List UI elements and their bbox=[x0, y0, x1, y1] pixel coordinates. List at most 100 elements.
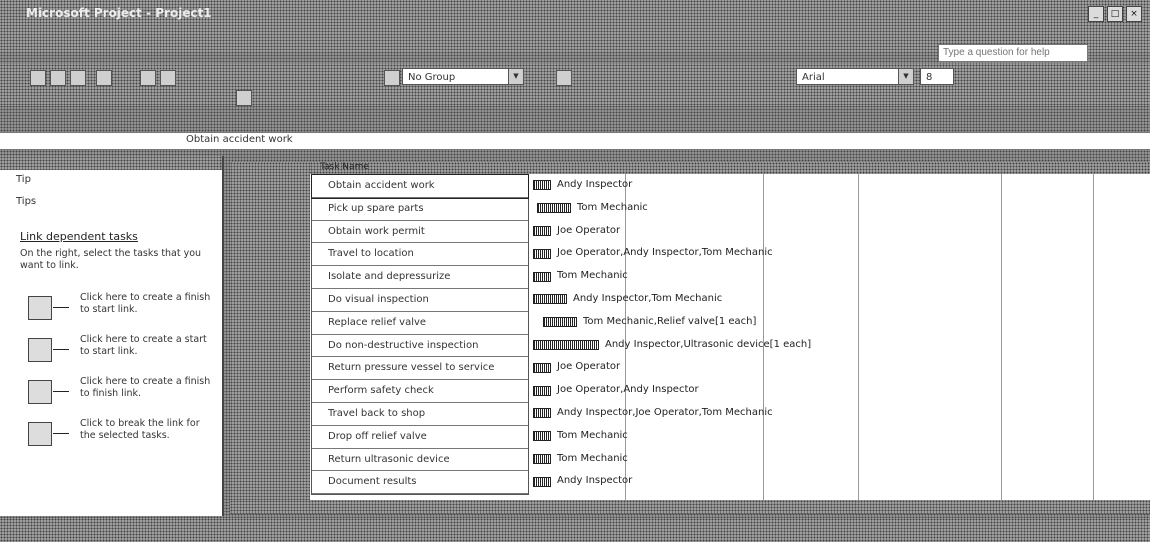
gantt-bar[interactable] bbox=[533, 294, 567, 305]
resource-label: Andy Inspector bbox=[557, 475, 633, 487]
font-dropdown[interactable]: Arial ▼ bbox=[796, 68, 914, 85]
task-row[interactable]: Pick up spare parts bbox=[312, 198, 528, 221]
horizontal-scrollbar[interactable] bbox=[230, 500, 1150, 514]
zoom-icon[interactable] bbox=[556, 70, 572, 86]
maximize-button[interactable]: □ bbox=[1107, 6, 1123, 22]
finish-to-finish-icon bbox=[28, 380, 69, 404]
task-row[interactable]: Obtain accident work bbox=[311, 174, 529, 199]
tips-link[interactable]: Tips bbox=[16, 196, 36, 207]
side-pane-hint: Tip bbox=[16, 174, 31, 185]
chevron-down-icon[interactable]: ▼ bbox=[898, 69, 913, 84]
task-row[interactable]: Isolate and depressurize bbox=[312, 266, 528, 289]
resource-label: Andy Inspector bbox=[557, 179, 633, 190]
gantt-bar-row: Joe Operator bbox=[533, 356, 620, 379]
gantt-bar[interactable] bbox=[543, 317, 577, 328]
task-row[interactable]: Drop off relief valve bbox=[312, 426, 528, 449]
unlink-icon bbox=[28, 422, 69, 446]
gridline bbox=[858, 174, 859, 504]
gantt-bar[interactable] bbox=[533, 385, 551, 396]
group-dropdown-value: No Group bbox=[408, 72, 456, 83]
task-row[interactable]: Return ultrasonic device bbox=[312, 449, 528, 472]
gantt-bar-row: Andy Inspector bbox=[533, 470, 632, 493]
gantt-bar[interactable] bbox=[533, 454, 551, 464]
gantt-bar[interactable] bbox=[533, 248, 551, 259]
window-title: Microsoft Project - Project1 bbox=[26, 6, 212, 20]
task-row[interactable]: Do non-destructive inspection bbox=[312, 335, 528, 358]
resource-label: Joe Operator,Andy Inspector bbox=[557, 384, 699, 396]
action-label: Click here to create a finish to start l… bbox=[80, 292, 211, 315]
print-icon[interactable] bbox=[96, 70, 112, 86]
resource-label: Joe Operator bbox=[557, 361, 621, 373]
group-dropdown[interactable]: No Group ▼ bbox=[402, 68, 524, 85]
close-button[interactable]: × bbox=[1126, 6, 1142, 22]
finish-to-finish-link-button[interactable]: Click here to create a finish to finish … bbox=[28, 376, 213, 416]
gantt-chart-area: Andy Inspector Tom Mechanic Joe Operator Jo… bbox=[533, 174, 1133, 504]
entry-bar-value: Obtain accident work bbox=[186, 134, 293, 145]
task-row[interactable]: Obtain work permit bbox=[312, 221, 528, 244]
minimize-button[interactable]: _ bbox=[1088, 6, 1104, 22]
column-header: Task Name bbox=[320, 162, 369, 172]
finish-to-start-link-button[interactable]: Click here to create a finish to start l… bbox=[28, 292, 213, 332]
gantt-bar-row: Andy Inspector,Ultrasonic device[1 each] bbox=[533, 334, 811, 357]
gantt-bar[interactable] bbox=[533, 431, 551, 442]
task-row[interactable]: Do visual inspection bbox=[312, 289, 528, 312]
help-search-input[interactable] bbox=[938, 44, 1088, 62]
gantt-bar-row: Andy Inspector,Joe Operator,Tom Mechanic bbox=[533, 402, 773, 425]
font-size-value: 8 bbox=[926, 72, 933, 83]
filter-icon[interactable] bbox=[384, 70, 400, 86]
resource-label: Andy Inspector,Joe Operator,Tom Mechanic bbox=[557, 407, 773, 418]
link-tasks-icon[interactable] bbox=[236, 90, 252, 106]
finish-to-start-icon bbox=[28, 296, 69, 320]
gantt-bar[interactable] bbox=[533, 340, 599, 350]
timescale-header: Task Name bbox=[310, 162, 1150, 174]
start-to-start-link-button[interactable]: Click here to create a start to start li… bbox=[28, 334, 213, 374]
task-row[interactable]: Document results bbox=[312, 471, 528, 495]
open-icon[interactable] bbox=[50, 70, 66, 86]
row-header-column bbox=[230, 162, 310, 514]
resource-label: Joe Operator,Andy Inspector,Tom Mechanic bbox=[557, 247, 773, 259]
copy-icon[interactable] bbox=[160, 70, 176, 86]
window-controls: _ □ × bbox=[1088, 6, 1142, 22]
resource-label: Tom Mechanic bbox=[557, 429, 628, 441]
gridline bbox=[1093, 174, 1094, 504]
toolbar: No Group ▼ Arial ▼ 8 bbox=[0, 64, 1150, 106]
side-pane-header bbox=[0, 156, 222, 170]
gantt-bar-row: Tom Mechanic,Relief valve[1 each] bbox=[543, 311, 756, 334]
save-icon[interactable] bbox=[70, 70, 86, 86]
gantt-bar[interactable] bbox=[533, 476, 551, 487]
status-bar bbox=[0, 518, 1150, 542]
gantt-bar[interactable] bbox=[533, 180, 551, 191]
side-pane: Tip Tips Link dependent tasks On the rig… bbox=[0, 156, 224, 516]
side-pane-title: Link dependent tasks bbox=[20, 230, 138, 243]
new-icon[interactable] bbox=[30, 70, 46, 86]
window-titlebar: Microsoft Project - Project1 _ □ × bbox=[0, 0, 1150, 30]
gantt-bar-row: Tom Mechanic bbox=[533, 448, 628, 471]
gantt-bar-row: Tom Mechanic bbox=[533, 425, 628, 448]
gantt-bar[interactable] bbox=[533, 226, 551, 236]
resource-label: Andy Inspector,Tom Mechanic bbox=[573, 293, 723, 304]
gantt-view: Task Name Obtain accident work Pick up sp… bbox=[230, 162, 1150, 514]
task-row[interactable]: Perform safety check bbox=[312, 380, 528, 403]
task-row[interactable]: Replace relief valve bbox=[312, 312, 528, 335]
resource-label: Andy Inspector,Ultrasonic device[1 each] bbox=[605, 338, 812, 350]
gantt-bar-row: Joe Operator,Andy Inspector bbox=[533, 379, 699, 402]
entry-bar[interactable]: Obtain accident work bbox=[0, 132, 1150, 150]
action-label: Click here to create a start to start li… bbox=[80, 334, 207, 357]
start-to-start-icon bbox=[28, 338, 69, 362]
action-label: Click here to create a finish to finish … bbox=[80, 376, 211, 399]
task-row[interactable]: Return pressure vessel to service bbox=[312, 357, 528, 381]
resource-label: Tom Mechanic,Relief valve[1 each] bbox=[583, 315, 757, 327]
chevron-down-icon[interactable]: ▼ bbox=[508, 69, 523, 84]
cut-icon[interactable] bbox=[140, 70, 156, 86]
gantt-bar[interactable] bbox=[533, 362, 551, 373]
gantt-bar-row: Tom Mechanic bbox=[533, 265, 628, 288]
gantt-bar[interactable] bbox=[533, 408, 551, 419]
task-row[interactable]: Travel to location bbox=[312, 243, 528, 267]
gantt-bar[interactable] bbox=[533, 271, 551, 282]
task-row[interactable]: Travel back to shop bbox=[312, 403, 528, 426]
gridline bbox=[1001, 174, 1002, 504]
font-size-dropdown[interactable]: 8 bbox=[920, 68, 954, 85]
side-pane-description: On the right, select the tasks that you … bbox=[20, 248, 202, 271]
gantt-bar[interactable] bbox=[537, 203, 571, 214]
break-link-button[interactable]: Click to break the link for the selected… bbox=[28, 418, 213, 458]
